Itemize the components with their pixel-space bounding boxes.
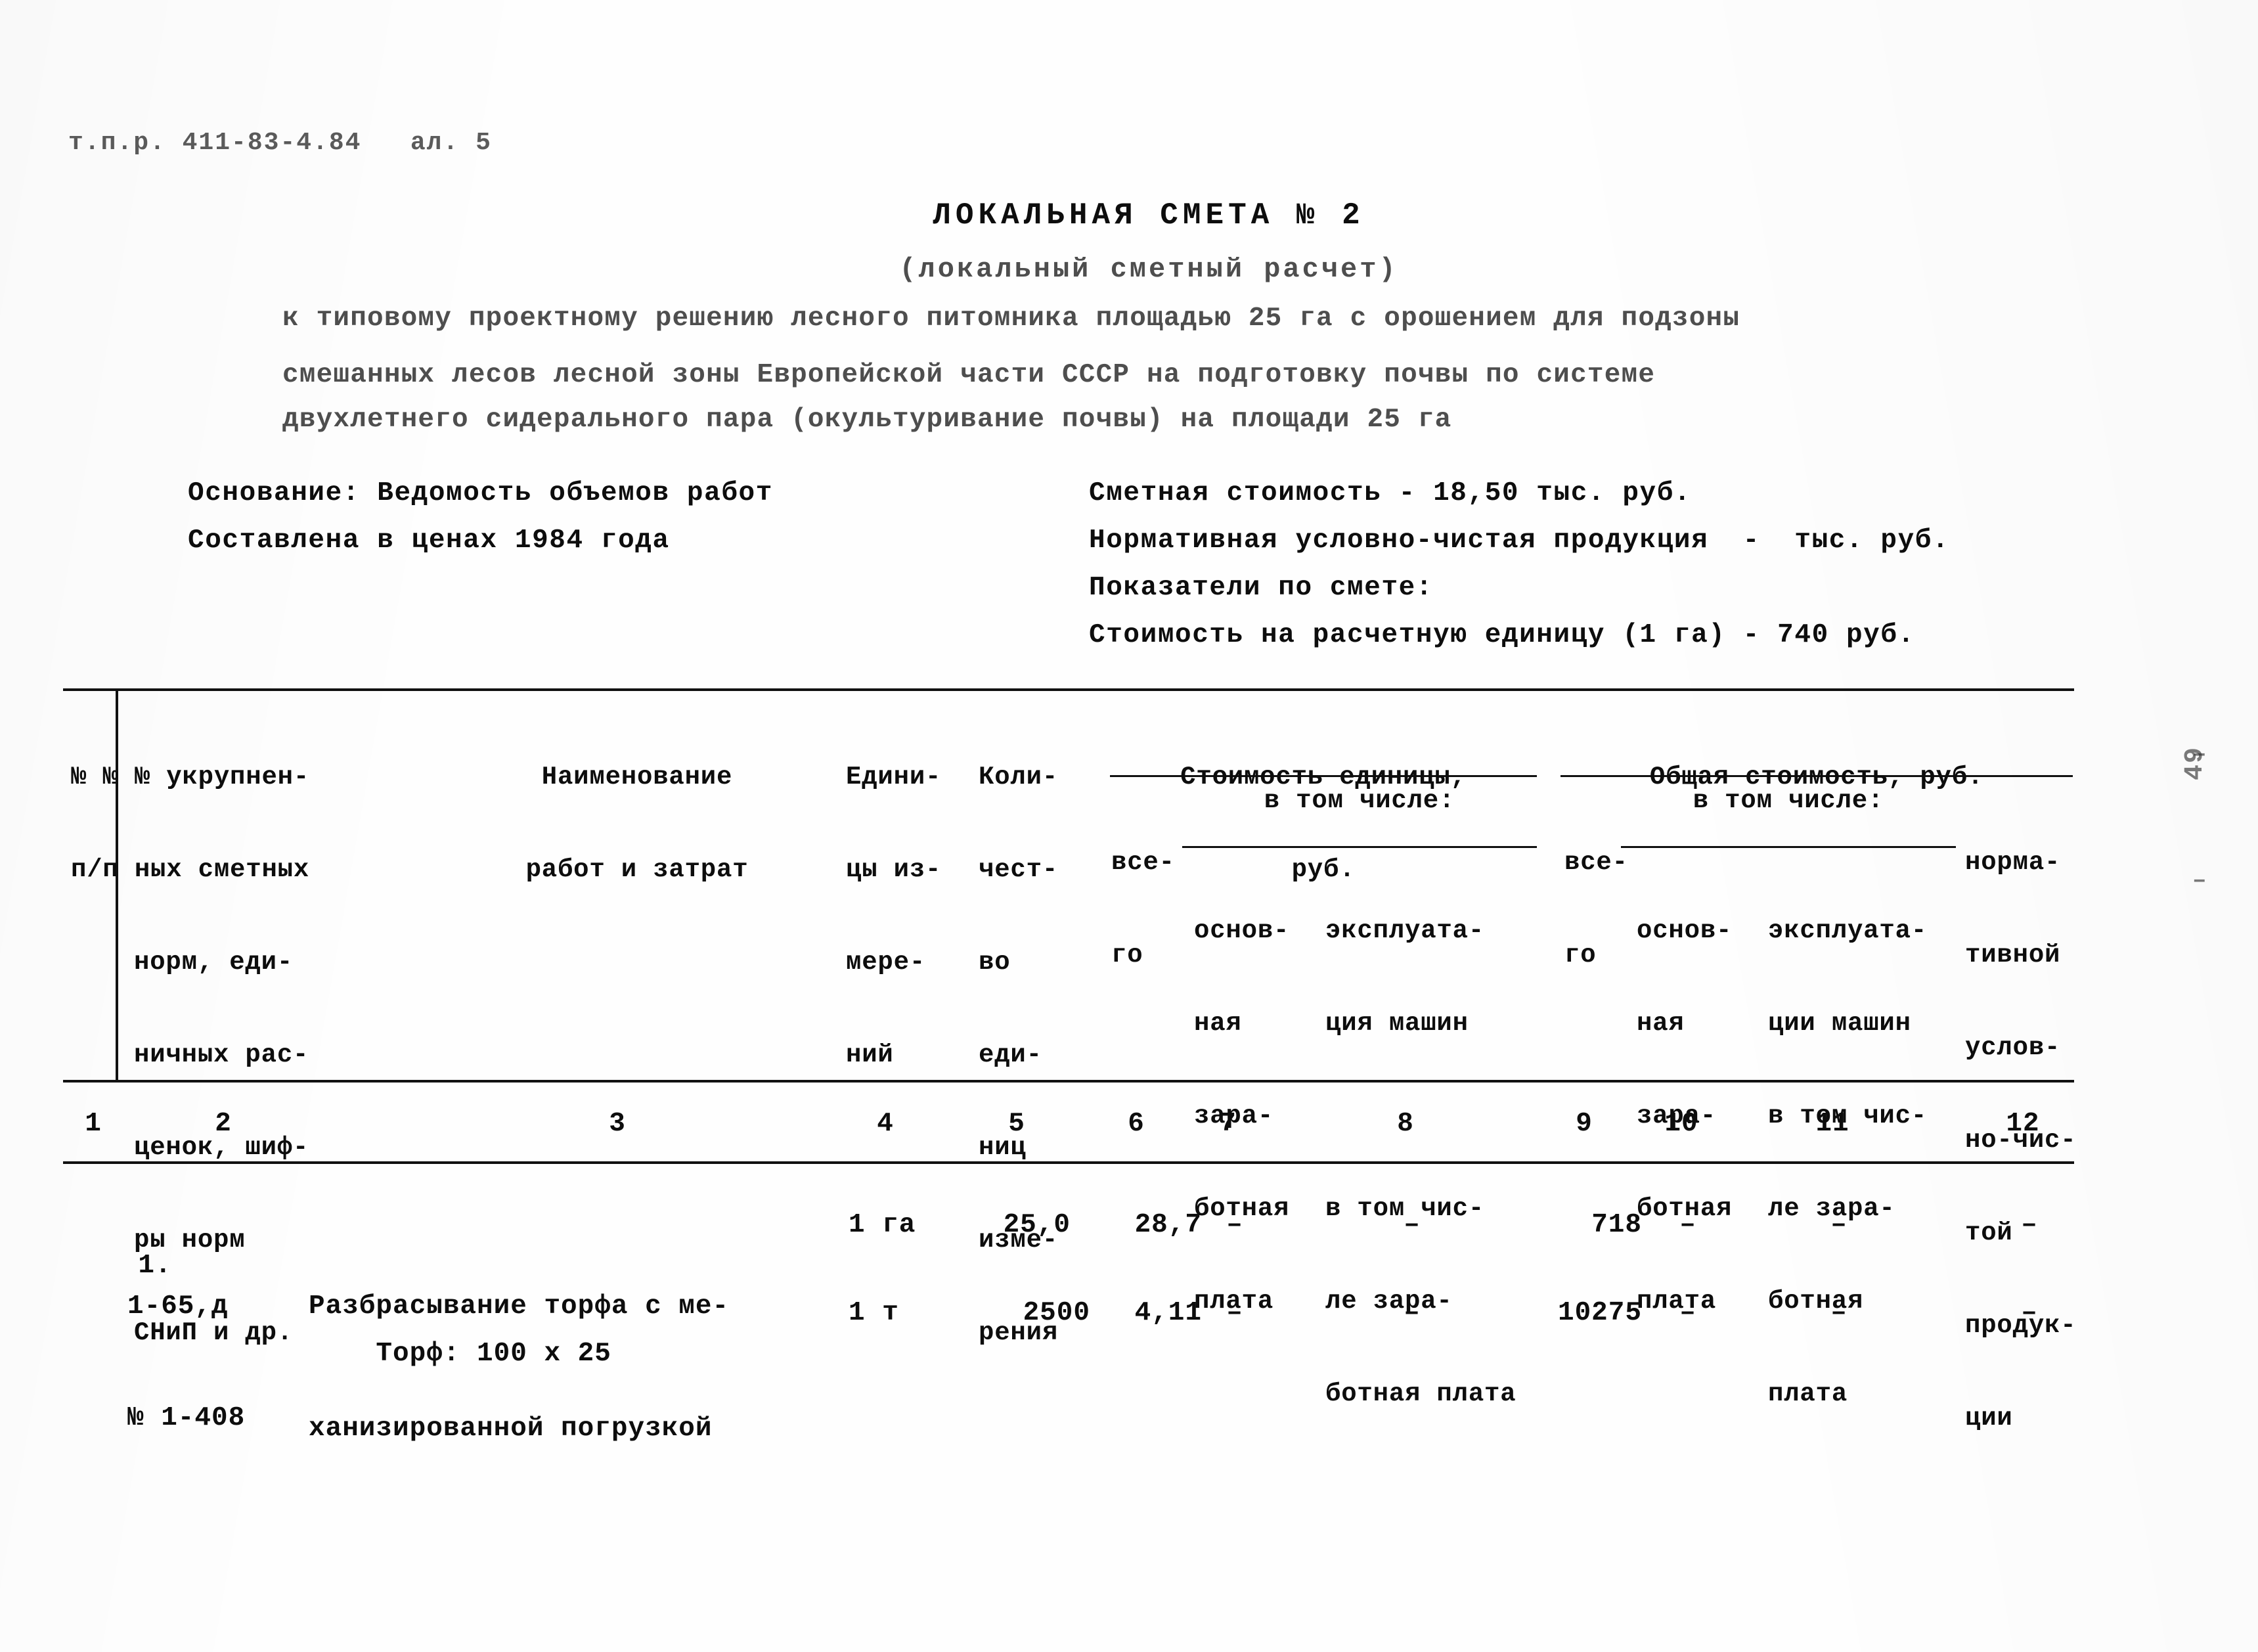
header-col-6-vsego: все- го xyxy=(1111,786,1190,1033)
header-col11-line-1: эксплуата- xyxy=(1768,916,1928,945)
row-1-total-machines: – xyxy=(1830,1210,1848,1240)
header-col9-line-1: все- xyxy=(1564,848,1628,877)
row-1-norm-code: 1-65,д № 1-408 xyxy=(127,1205,292,1520)
header-col1-line-3: норм, еди- xyxy=(134,948,294,977)
header-col4-line-4: еди- xyxy=(979,1040,1042,1069)
header-col11-line-6: плата xyxy=(1768,1379,1848,1408)
row-2-unit-basic: – xyxy=(1226,1298,1243,1328)
header-col7-line-2: ная xyxy=(1194,1009,1242,1038)
table-row: 1. xyxy=(71,1205,171,1327)
header-total-in-which: в том числе: xyxy=(1693,786,1884,815)
header-col4-line-2: чест- xyxy=(979,855,1059,884)
row-2-unit-total: 4,11 xyxy=(1134,1298,1202,1328)
document-code: т.п.р. 411-83-4.84 ал. 5 xyxy=(68,129,492,157)
row-1-unit-total: 28,7 xyxy=(1134,1210,1202,1240)
page-subtitle: (локальный сметный расчет) xyxy=(899,254,1398,285)
row-2-total-total: 10275 xyxy=(1557,1298,1642,1328)
row-2-total-machines: – xyxy=(1830,1298,1848,1328)
header-col7-line-1: основ- xyxy=(1194,916,1290,945)
header-col2-line-2: работ и затрат xyxy=(525,855,749,884)
row-1-unit-machines: – xyxy=(1404,1210,1421,1240)
header-col-3: Едини- цы из- мере- ний xyxy=(846,700,971,1132)
header-col8-line-2: ция машин xyxy=(1325,1009,1469,1038)
header-col1-line-2: п/п ных сметных xyxy=(71,855,310,884)
header-col3-line-1: Едини- xyxy=(846,763,942,792)
header-col11-line-2: ции машин xyxy=(1768,1009,1911,1038)
header-col8-gap xyxy=(1325,1101,1549,1132)
colnum-4: 4 xyxy=(877,1109,894,1139)
header-col3-line-4: ний xyxy=(846,1040,894,1069)
row-1-total-basic: – xyxy=(1679,1210,1696,1240)
meta-basis: Основание: Ведомость объемов работ xyxy=(188,478,773,508)
row-2-total-basic: – xyxy=(1679,1298,1696,1328)
meta-price-year: Составлена в ценах 1984 года xyxy=(188,525,670,556)
colnum-12: 12 xyxy=(2006,1109,2040,1139)
row-1-qty: 25,0 xyxy=(1003,1210,1071,1240)
meta-nchp: Нормативная условно-чистая продукция - т… xyxy=(1089,525,1950,556)
colnum-5: 5 xyxy=(1008,1109,1025,1139)
header-col12-line-7: ции xyxy=(1965,1404,2013,1433)
header-col12-line-2: тивной xyxy=(1965,941,2061,970)
header-col1-line-5: ценок, шиф- xyxy=(134,1133,309,1162)
header-col9-line-2: го xyxy=(1564,941,1597,970)
header-unit-in-which: в том числе: xyxy=(1264,786,1455,815)
header-col-11-machines: эксплуата- ции машин в том чис- ле зара-… xyxy=(1768,854,1965,1471)
row-1-total-nchp: – xyxy=(2021,1210,2038,1240)
header-col10-line-2: ная xyxy=(1637,1009,1685,1038)
row-2-unit-machines: – xyxy=(1404,1298,1421,1328)
margin-dash-bottom: – xyxy=(2192,867,2207,894)
row-1-norm-code-line-1: 1-65,д xyxy=(127,1291,229,1322)
row-2-name: Торф: 100 x 25 xyxy=(376,1339,611,1369)
meta-estimate-cost: Сметная стоимость - 18,50 тыс. руб. xyxy=(1089,478,1692,508)
colnum-10: 10 xyxy=(1664,1109,1698,1139)
description-line-3: двухлетнего сидерального пара (окультури… xyxy=(282,405,1452,435)
colnum-2: 2 xyxy=(215,1109,232,1139)
header-col4-line-3: во xyxy=(979,948,1011,977)
header-col-12-nchp: норма- тивной услов- но-чис- той продук-… xyxy=(1965,786,2129,1496)
colnum-9: 9 xyxy=(1576,1109,1593,1139)
page-number: 49 xyxy=(2181,746,2210,780)
header-col8-line-6: ботная плата xyxy=(1325,1379,1516,1408)
row-1-norm-code-line-2: № 1-408 xyxy=(127,1403,246,1433)
table-top-rule xyxy=(63,688,2074,691)
header-col6-line-2: го xyxy=(1111,941,1143,970)
header-col6-line-1: все- xyxy=(1111,848,1175,877)
page-title: ЛОКАЛЬНАЯ СМЕТА № 2 xyxy=(933,198,1365,233)
colnum-1: 1 xyxy=(85,1109,102,1139)
header-col-2: Наименование работ и затрат xyxy=(447,700,828,947)
meta-cost-per-unit: Стоимость на расчетную единицу (1 га) - … xyxy=(1089,620,1915,650)
colnum-7: 7 xyxy=(1220,1109,1237,1139)
header-col3-line-2: цы из- xyxy=(846,855,942,884)
header-col11-line-3: в том чис- xyxy=(1768,1102,1928,1130)
row-2-total-nchp: – xyxy=(2021,1298,2038,1328)
colnum-11: 11 xyxy=(1815,1109,1849,1139)
header-col1-line-1: № № № укрупнен- xyxy=(71,763,310,792)
header-col12-line-1: норма- xyxy=(1965,848,2061,877)
header-col10-line-1: основ- xyxy=(1637,916,1733,945)
header-col8-line-1: эксплуата- xyxy=(1325,916,1485,945)
header-col3-line-3: мере- xyxy=(846,948,926,977)
colnum-6: 6 xyxy=(1128,1109,1145,1139)
header-col2-line-1: Наименование xyxy=(541,763,733,792)
colnum-3: 3 xyxy=(609,1109,626,1139)
row-1-total-total: 718 xyxy=(1591,1210,1642,1240)
description-line-1: к типовому проектному решению лесного пи… xyxy=(282,303,1740,334)
document-page: т.п.р. 411-83-4.84 ал. 5 ЛОКАЛЬНАЯ СМЕТА… xyxy=(0,0,2258,1652)
row-2-unit: 1 т xyxy=(849,1298,899,1328)
row-2-qty: 2500 xyxy=(1023,1298,1090,1328)
meta-indicators-label: Показатели по смете: xyxy=(1089,573,1434,603)
header-col-8-machines: эксплуата- ция машин в том чис- ле зара-… xyxy=(1325,854,1549,1471)
description-line-2: смешанных лесов лесной зоны Европейской … xyxy=(282,360,1656,390)
header-col1-line-4: ничных рас- xyxy=(134,1040,309,1069)
table-row: Торф: 100 x 25 xyxy=(309,1293,834,1415)
header-col-9-vsego: все- го xyxy=(1564,786,1643,1033)
header-col4-line-1: Коли- xyxy=(979,763,1059,792)
colnum-8: 8 xyxy=(1397,1109,1414,1139)
row-1-unit-basic: – xyxy=(1226,1210,1243,1240)
header-col12-line-3: услов- xyxy=(1965,1033,2061,1062)
row-1-unit: 1 га xyxy=(849,1210,916,1240)
